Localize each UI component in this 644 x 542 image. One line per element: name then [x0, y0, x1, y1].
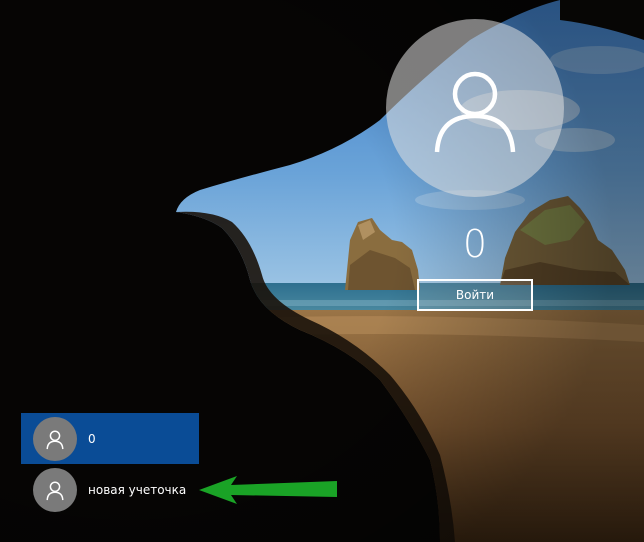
user-avatar-small	[33, 416, 77, 461]
username-label: 0	[462, 222, 488, 266]
user-tile-selected[interactable]: 0	[21, 413, 199, 464]
user-avatar-large	[386, 19, 564, 197]
user-icon	[434, 71, 516, 153]
user-tile-other[interactable]: новая учеточка	[21, 464, 199, 515]
arrow-left-icon	[199, 476, 337, 504]
lock-screen: 0 Войти 0 новая учеточка	[0, 0, 644, 542]
user-icon	[46, 429, 64, 449]
user-tile-name: 0	[88, 431, 96, 446]
user-switcher-list: 0 новая учеточка	[21, 413, 199, 515]
user-tile-name: новая учеточка	[88, 482, 187, 497]
sign-in-button[interactable]: Войти	[417, 279, 533, 311]
user-avatar-small	[33, 467, 77, 512]
user-icon	[46, 480, 64, 500]
